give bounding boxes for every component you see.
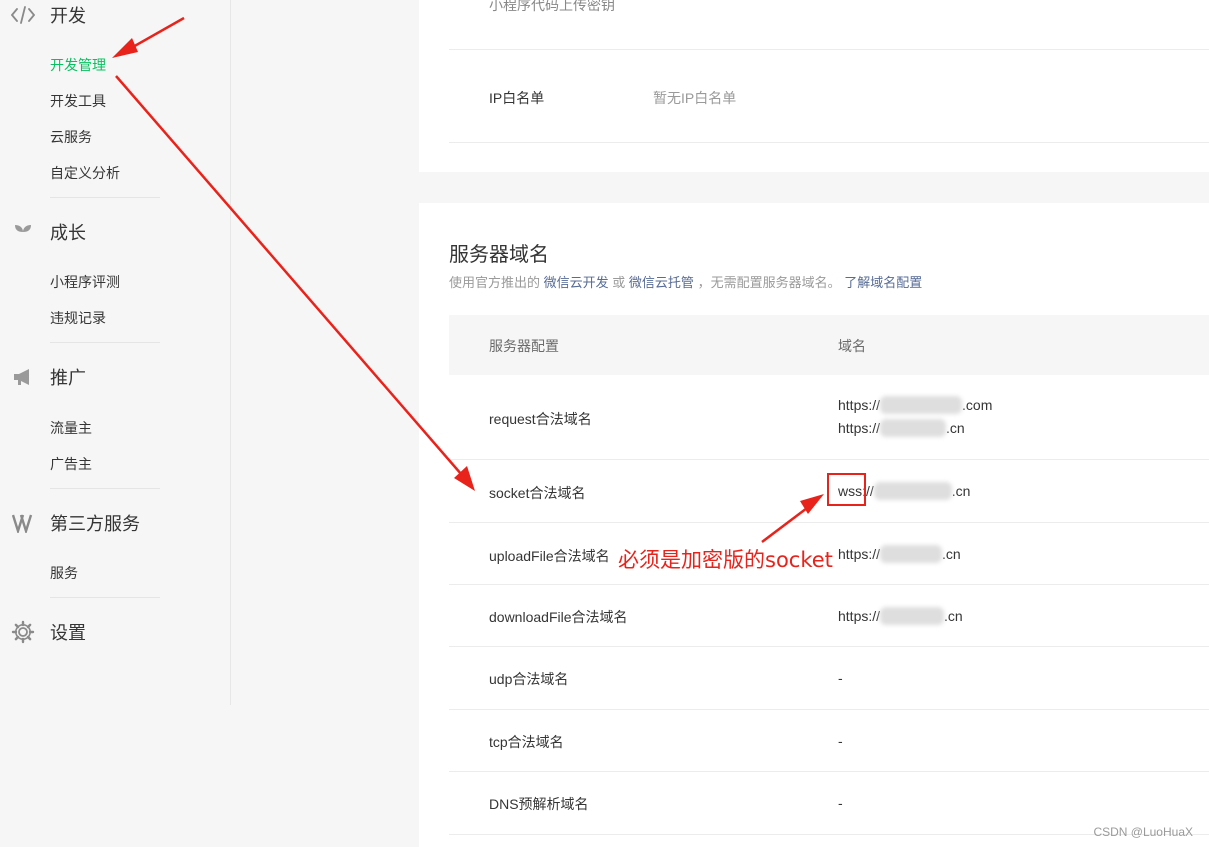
redacted-domain — [873, 482, 952, 500]
row-name: socket合法域名 — [489, 485, 586, 501]
sidebar: 开发 开发管理 开发工具 云服务 自定义分析 成长 小程序评测 违规记录 推广 … — [0, 0, 231, 705]
domain-prefix: https:// — [838, 397, 881, 413]
domain-empty: - — [838, 733, 843, 749]
divider — [50, 342, 160, 343]
nav-group-label: 开发 — [50, 6, 86, 26]
sidebar-item-violations[interactable]: 违规记录 — [50, 308, 106, 328]
annotation-text: 必须是加密版的socket — [618, 548, 833, 572]
sidebar-item-cloud-service[interactable]: 云服务 — [50, 127, 92, 147]
column-header-config: 服务器配置 — [489, 338, 559, 354]
third-party-icon — [10, 510, 36, 536]
server-domain-panel: 服务器域名 使用官方推出的 微信云开发 或 微信云托管 ，无需配置服务器域名。 … — [419, 203, 1209, 847]
table-row: tcp合法域名 - — [449, 710, 1209, 772]
dev-settings-panel: 小程序代码上传密钥 IP白名单 暂无IP白名单 — [419, 0, 1209, 172]
desc-text: 或 — [612, 275, 626, 290]
megaphone-icon — [10, 364, 36, 390]
domain-entry: https:// .cn — [838, 605, 963, 628]
divider — [50, 488, 160, 489]
ip-whitelist-label: IP白名单 — [489, 90, 545, 106]
wechat-cloud-hosting-link[interactable]: 微信云托管 — [629, 275, 694, 290]
sidebar-item-custom-analysis[interactable]: 自定义分析 — [50, 163, 120, 183]
nav-group-label: 第三方服务 — [50, 514, 140, 534]
nav-group-growth[interactable]: 成长 — [10, 217, 86, 247]
table-row: request合法域名 https:// .com https:// .cn — [449, 375, 1209, 460]
row-name: uploadFile合法域名 — [489, 548, 610, 564]
redacted-domain — [880, 419, 947, 437]
sidebar-item-advertiser[interactable]: 广告主 — [50, 454, 92, 474]
divider — [50, 197, 160, 198]
column-header-domain: 域名 — [838, 338, 866, 354]
desc-text: 使用官方推出的 — [449, 275, 541, 290]
gear-icon — [10, 619, 36, 645]
domain-prefix: https:// — [838, 420, 881, 436]
divider — [50, 597, 160, 598]
domain-empty: - — [838, 795, 843, 811]
domain-suffix: .cn — [942, 546, 961, 562]
nav-group-settings[interactable]: 设置 — [10, 617, 86, 647]
redacted-domain — [880, 545, 943, 563]
divider — [449, 49, 1209, 50]
nav-group-dev[interactable]: 开发 — [10, 0, 86, 30]
row-name: tcp合法域名 — [489, 734, 564, 750]
code-icon — [10, 2, 36, 28]
domain-suffix: .com — [962, 397, 993, 413]
row-name: DNS预解析域名 — [489, 796, 589, 812]
table-header: 服务器配置 域名 — [449, 315, 1209, 375]
table-row: downloadFile合法域名 https:// .cn — [449, 585, 1209, 647]
redacted-domain — [880, 607, 945, 625]
domain-entry: https:// .cn — [838, 543, 961, 566]
wechat-cloud-dev-link[interactable]: 微信云开发 — [544, 275, 609, 290]
table-row: udp合法域名 - — [449, 647, 1209, 710]
nav-group-label: 成长 — [50, 223, 86, 243]
wss-highlight-box — [827, 473, 866, 506]
redacted-domain — [880, 396, 963, 414]
sidebar-item-evaluation[interactable]: 小程序评测 — [50, 272, 120, 292]
sidebar-item-services[interactable]: 服务 — [50, 563, 78, 583]
nav-group-promotion[interactable]: 推广 — [10, 362, 86, 392]
row-name: request合法域名 — [489, 411, 592, 427]
ip-whitelist-value: 暂无IP白名单 — [653, 90, 737, 106]
learn-domain-config-link[interactable]: 了解域名配置 — [844, 275, 922, 290]
upload-key-label: 小程序代码上传密钥 — [489, 0, 615, 13]
domain-suffix: .cn — [951, 483, 971, 499]
domain-entry: https:// .com — [838, 394, 992, 417]
watermark: CSDN @LuoHuaX — [1093, 825, 1193, 839]
sidebar-item-dev-tools[interactable]: 开发工具 — [50, 91, 106, 111]
divider — [449, 142, 1209, 143]
sidebar-item-dev-management[interactable]: 开发管理 — [50, 55, 106, 75]
nav-group-third-party[interactable]: 第三方服务 — [10, 508, 140, 538]
row-name: udp合法域名 — [489, 671, 569, 687]
section-title: 服务器域名 — [449, 244, 549, 266]
nav-group-label: 设置 — [50, 623, 86, 643]
domain-prefix: https:// — [838, 546, 881, 562]
sidebar-item-traffic-owner[interactable]: 流量主 — [50, 418, 92, 438]
nav-group-label: 推广 — [50, 368, 86, 388]
domain-empty: - — [838, 670, 843, 686]
row-name: downloadFile合法域名 — [489, 609, 628, 625]
domain-suffix: .cn — [946, 420, 965, 436]
desc-text: ，无需配置服务器域名。 — [697, 275, 841, 290]
domain-suffix: .cn — [944, 608, 963, 624]
section-description: 使用官方推出的 微信云开发 或 微信云托管 ，无需配置服务器域名。 了解域名配置 — [449, 272, 922, 291]
sprout-icon — [10, 219, 36, 245]
domain-entry: https:// .cn — [838, 417, 965, 440]
domain-prefix: https:// — [838, 608, 881, 624]
